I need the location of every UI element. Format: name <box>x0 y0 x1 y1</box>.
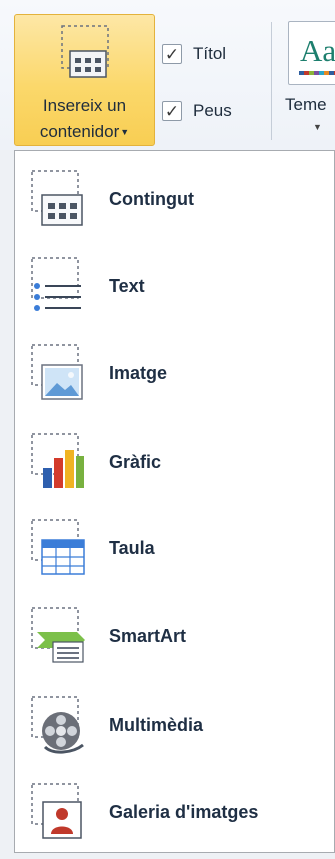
dropdown-arrow-icon: ▼ <box>120 127 130 137</box>
menu-item-media[interactable]: Multimèdia <box>15 683 334 763</box>
insert-container-icon <box>61 25 109 78</box>
title-checkbox[interactable]: ✓ <box>162 44 182 64</box>
smartart-icon <box>31 607 85 663</box>
insert-button-label-line1: Insereix un <box>42 96 127 115</box>
footer-checkbox-label: Peus <box>193 101 232 120</box>
footer-checkbox[interactable]: ✓ <box>162 101 182 121</box>
themes-gallery-button[interactable]: Aa <box>288 21 335 85</box>
text-list-icon <box>31 257 81 311</box>
insert-container-menu: Contingut Text Imatge Gràfic Taula Smart… <box>14 150 335 853</box>
menu-item-label: Contingut <box>109 189 194 209</box>
menu-item-label: Gràfic <box>109 452 162 472</box>
themes-label: Teme <box>285 95 327 114</box>
ribbon-separator <box>271 22 272 140</box>
menu-item-label: SmartArt <box>109 626 187 646</box>
menu-item-label: Text <box>109 276 145 296</box>
menu-item-picture[interactable]: Imatge <box>15 331 334 411</box>
menu-item-text[interactable]: Text <box>15 244 334 324</box>
themes-preview-text: Aa <box>300 33 335 68</box>
insert-container-button[interactable]: Insereix un contenidor▼ <box>14 14 155 146</box>
menu-item-label: Multimèdia <box>109 715 204 735</box>
title-checkbox-row[interactable]: ✓ Títol <box>162 41 226 67</box>
footer-checkbox-row[interactable]: ✓ Peus <box>162 98 232 124</box>
table-icon <box>31 519 85 575</box>
background-edge <box>0 150 14 859</box>
picture-gallery-icon <box>31 783 82 839</box>
insert-button-label-line2: contenidor▼ <box>39 122 130 141</box>
menu-item-label: Galeria d'imatges <box>109 802 259 822</box>
picture-icon <box>31 344 83 400</box>
menu-item-clip-art[interactable]: Galeria d'imatges <box>15 770 334 850</box>
title-checkbox-label: Títol <box>193 44 227 63</box>
menu-item-table[interactable]: Taula <box>15 506 334 586</box>
menu-item-label: Imatge <box>109 363 168 383</box>
menu-item-content[interactable]: Contingut <box>15 157 334 237</box>
film-reel-icon <box>31 696 84 754</box>
content-icon <box>31 170 83 226</box>
menu-item-chart[interactable]: Gràfic <box>15 420 334 500</box>
menu-item-label: Taula <box>109 538 155 558</box>
bottom-edge <box>0 853 335 859</box>
themes-color-bar <box>299 71 335 75</box>
themes-dropdown-arrow-icon[interactable]: ▼ <box>313 122 322 132</box>
chart-icon <box>31 433 84 488</box>
menu-item-smartart[interactable]: SmartArt <box>15 594 334 674</box>
